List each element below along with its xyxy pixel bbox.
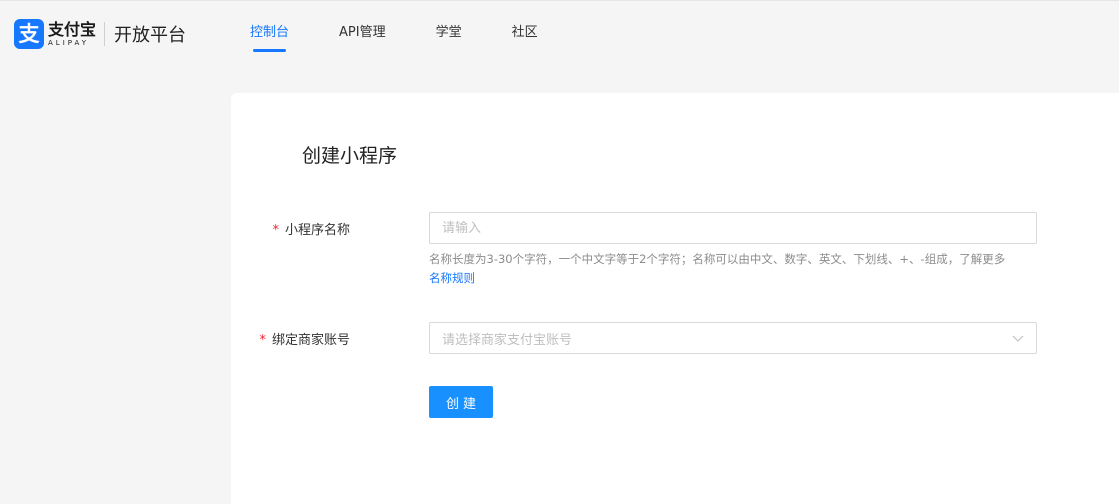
name-rules-link[interactable]: 名称规则 bbox=[429, 271, 475, 285]
page-title: 创建小程序 bbox=[302, 145, 398, 167]
logo-divider bbox=[104, 22, 106, 46]
chevron-down-icon bbox=[1012, 335, 1024, 342]
account-field-label: * 绑定商家账号 bbox=[259, 329, 350, 348]
alipay-logo-icon: 支 bbox=[14, 19, 44, 49]
nav-api-management[interactable]: API管理 bbox=[339, 1, 386, 63]
logo-english-name: ALIPAY bbox=[48, 39, 90, 47]
miniprogram-name-input[interactable] bbox=[429, 212, 1037, 244]
account-select-placeholder: 请选择商家支付宝账号 bbox=[442, 332, 573, 348]
top-header: 支 支付宝 ALIPAY 开放平台 控制台 API管理 学堂 社区 bbox=[0, 0, 1119, 62]
create-miniprogram-card: 创建小程序 * 小程序名称 名称长度为3-30个字符，一个中文字等于2个字符；名称… bbox=[231, 93, 1119, 504]
name-field-label: * 小程序名称 bbox=[272, 219, 350, 238]
name-help-description: 名称长度为3-30个字符，一个中文字等于2个字符；名称可以由中文、数字、英文、下… bbox=[429, 252, 1006, 266]
create-button[interactable]: 创建 bbox=[429, 386, 493, 418]
nav-academy[interactable]: 学堂 bbox=[436, 1, 462, 63]
nav-community[interactable]: 社区 bbox=[512, 1, 538, 63]
name-help-text: 名称长度为3-30个字符，一个中文字等于2个字符；名称可以由中文、数字、英文、下… bbox=[429, 250, 1049, 288]
required-mark: * bbox=[259, 333, 266, 348]
main-nav: 控制台 API管理 学堂 社区 bbox=[250, 1, 588, 63]
alipay-logo[interactable]: 支 支付宝 ALIPAY 开放平台 bbox=[14, 19, 186, 49]
account-label-text: 绑定商家账号 bbox=[271, 333, 350, 348]
logo-wordmark: 支付宝 ALIPAY bbox=[48, 20, 97, 48]
name-label-text: 小程序名称 bbox=[284, 223, 350, 238]
nav-console[interactable]: 控制台 bbox=[250, 1, 289, 63]
platform-name: 开放平台 bbox=[114, 25, 187, 46]
required-mark: * bbox=[272, 223, 279, 238]
logo-chinese-name: 支付宝 bbox=[48, 20, 97, 39]
merchant-account-select[interactable]: 请选择商家支付宝账号 bbox=[429, 322, 1037, 354]
